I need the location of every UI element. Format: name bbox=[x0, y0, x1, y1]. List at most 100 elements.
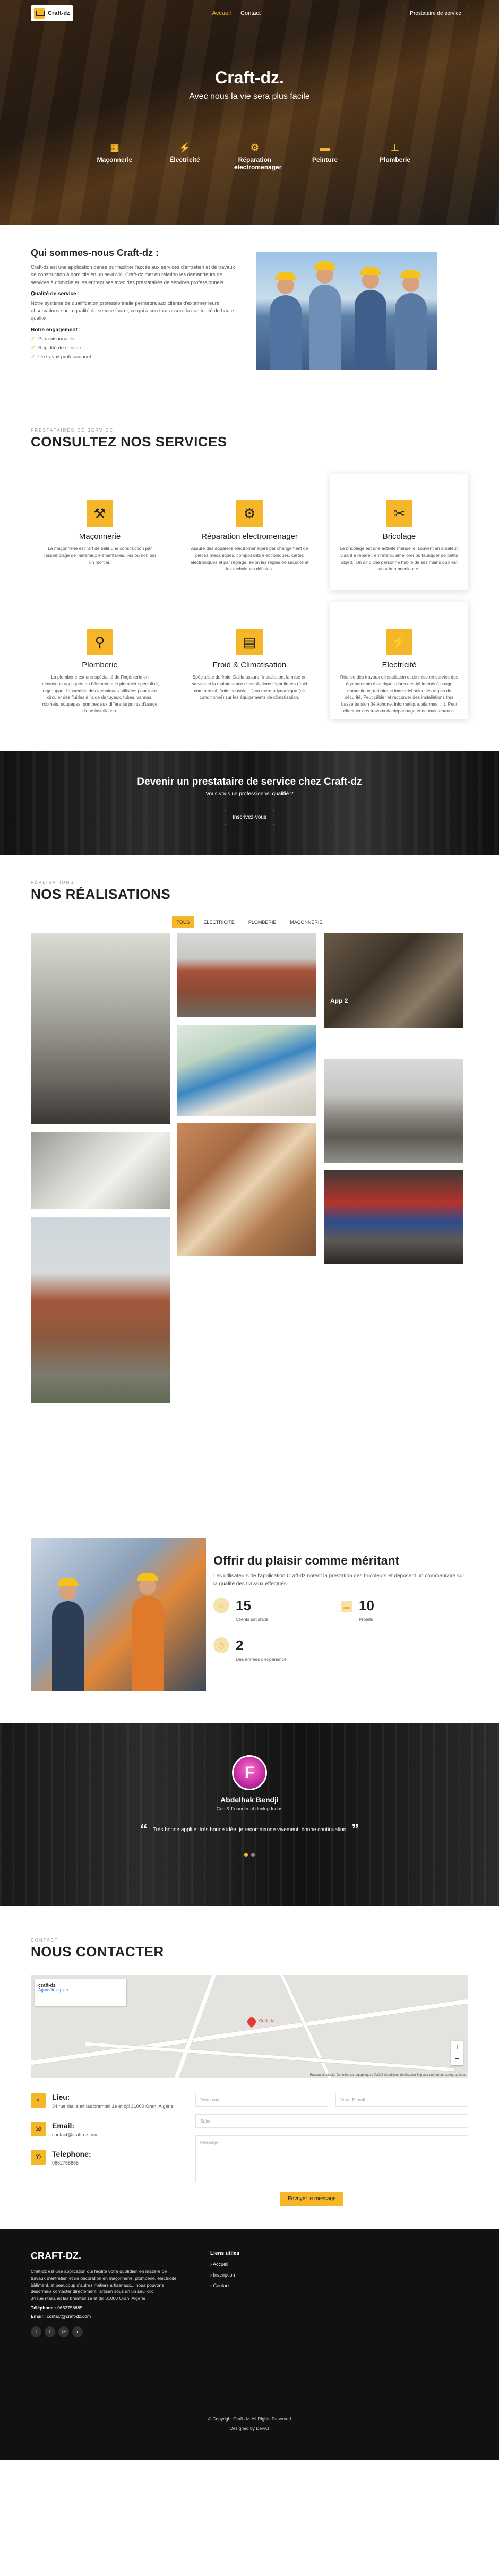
provider-button[interactable]: Prestataire de service bbox=[403, 6, 468, 20]
worker-figure bbox=[52, 1578, 84, 1691]
stat-projects: ▬ 10 Projets bbox=[341, 1598, 447, 1624]
achievements-image bbox=[31, 1538, 206, 1691]
gallery-item-copper[interactable] bbox=[177, 1123, 316, 1256]
name-field[interactable]: Votre nom bbox=[195, 2093, 328, 2107]
filter-maconnerie[interactable]: MAÇONNERIE bbox=[285, 916, 327, 928]
map-zoom-control[interactable]: + − bbox=[451, 2041, 463, 2065]
worker-figure bbox=[132, 1573, 164, 1691]
service-card[interactable]: ▤ Froid & Climatisation Spécialiste du fro… bbox=[180, 602, 319, 719]
hero-categories: ▦ Maçonnerie ⚡ Électricité ⚙ Réparation ele… bbox=[0, 142, 499, 171]
gallery-item-bricks[interactable] bbox=[177, 933, 316, 1017]
folder-icon: ▬ bbox=[341, 1601, 352, 1612]
gallery-item-pipes[interactable] bbox=[177, 1025, 316, 1116]
achievements-title: Offrir du plaisir comme méritant bbox=[213, 1553, 400, 1567]
footer-link-contact[interactable]: › Contact bbox=[210, 2283, 239, 2288]
gallery-item-heating[interactable] bbox=[324, 1170, 463, 1264]
service-card[interactable]: ⚒ Maçonnerie La maçonnerie est l'art de bâ… bbox=[31, 474, 169, 590]
logo[interactable]: Craft-dz bbox=[31, 5, 73, 21]
filter-electricite[interactable]: ELECTRICITÉ bbox=[199, 916, 239, 928]
service-title: Electricité bbox=[382, 660, 417, 669]
map-place-card: craft-dz Agrandir le plan bbox=[35, 1979, 126, 2006]
smile-icon: ☺ bbox=[213, 1598, 229, 1613]
footer-link-inscription[interactable]: › Inscription bbox=[210, 2272, 239, 2278]
about-image bbox=[256, 252, 437, 370]
bricklayer-icon: ⚒ bbox=[87, 500, 113, 527]
works-filters: TOUS ELECTRICITÉ PLOMBERIE MAÇONNERIE bbox=[31, 916, 468, 928]
footer-address: 34 rue ritalia ait las bramtall 1e et dj… bbox=[31, 2296, 145, 2301]
instagram-icon[interactable]: ◎ bbox=[58, 2326, 69, 2337]
footer-link-accueil[interactable]: › Accueil bbox=[210, 2262, 239, 2267]
footer-phone: Téléphone : 0662758665 bbox=[31, 2305, 179, 2311]
category-electricite[interactable]: ⚡ Électricité bbox=[164, 142, 205, 171]
check-icon: ✓ bbox=[31, 336, 35, 342]
subject-field[interactable]: Sujet bbox=[195, 2114, 468, 2128]
pipe-icon: ⊥ bbox=[391, 142, 399, 153]
linkedin-icon[interactable]: in bbox=[72, 2326, 83, 2337]
gallery-item-building[interactable] bbox=[324, 1059, 463, 1163]
category-plomberie[interactable]: ⊥ Plomberie bbox=[374, 142, 416, 171]
message-field[interactable]: Message bbox=[195, 2135, 468, 2182]
hero-section: Craft-dz Accueil Contact Prestataire de … bbox=[0, 0, 499, 225]
designed-by: Designed by DevAz bbox=[229, 2426, 270, 2431]
gallery-item-wiring[interactable] bbox=[31, 933, 170, 1124]
map-enlarge-link[interactable]: Agrandir le plan bbox=[38, 1988, 68, 1993]
send-button[interactable]: Envoyer le message bbox=[280, 2192, 343, 2206]
facebook-icon[interactable]: f bbox=[45, 2326, 55, 2337]
provider-cta: Devenir un prestataire de service chez C… bbox=[0, 751, 499, 855]
footer-phone-value: 0662758665 bbox=[57, 2305, 83, 2311]
stat-clients: ☺ 15 Clients satisfaits bbox=[213, 1598, 341, 1624]
service-text: La maçonnerie est l'art de bâtir une con… bbox=[43, 546, 157, 565]
email-text: contact@craft-dz.com bbox=[52, 2132, 99, 2137]
works-gallery: App 2 bbox=[31, 933, 468, 1501]
wrench-icon: ⚙ bbox=[250, 142, 260, 153]
plumbing-icon: ⚲ bbox=[87, 629, 113, 655]
quality-text: Notre système de qualification professio… bbox=[31, 300, 234, 322]
service-card[interactable]: ⚙ Réparation electromenager Assure des app… bbox=[180, 474, 319, 590]
cta-title: Devenir un prestataire de service chez C… bbox=[137, 776, 362, 787]
nav-link-accueil[interactable]: Accueil bbox=[212, 10, 231, 16]
service-title: Maçonnerie bbox=[79, 532, 121, 541]
category-maconnerie[interactable]: ▦ Maçonnerie bbox=[94, 142, 135, 171]
register-button[interactable]: Inscrivez-vous bbox=[225, 810, 274, 825]
nav-link-contact[interactable]: Contact bbox=[240, 10, 261, 16]
section-label: Prestataires de service bbox=[31, 428, 114, 433]
service-card[interactable]: ⚡ Electricité Réalise des travaux d'instal… bbox=[330, 602, 468, 719]
about-section: Qui sommes-nous Craft-dz : Craft-dz est … bbox=[0, 225, 499, 370]
about-text: Qui sommes-nous Craft-dz : Craft-dz est … bbox=[31, 247, 241, 370]
contact-phone: ✆ Telephone: 0662758665 bbox=[31, 2150, 188, 2167]
service-card[interactable]: ⚲ Plomberie La plomberie est une spécialit… bbox=[31, 602, 169, 719]
category-label: Maçonnerie bbox=[97, 156, 133, 164]
about-intro: Craft-dz est une application pensé pur f… bbox=[31, 264, 235, 286]
map-pin-icon[interactable] bbox=[245, 2015, 258, 2028]
address-title: Lieu: bbox=[52, 2093, 70, 2101]
filter-all[interactable]: TOUS bbox=[171, 916, 195, 928]
category-peinture[interactable]: ▬ Peinture bbox=[304, 142, 346, 171]
worker-figure bbox=[355, 267, 386, 370]
twitter-icon[interactable]: t bbox=[31, 2326, 41, 2337]
testimonial-role: Ceo & Founder at devlop Indus bbox=[216, 1806, 283, 1811]
hero-title: Craft-dz. bbox=[215, 68, 284, 87]
filter-plomberie[interactable]: PLOMBERIE bbox=[244, 916, 281, 928]
footer-link-label: Accueil bbox=[213, 2262, 229, 2267]
quality-title: Qualité de service : bbox=[31, 290, 80, 297]
footer: CRAFT-DZ. Craft-dz est une application q… bbox=[0, 2229, 499, 2460]
email-field[interactable]: Votre E-mail bbox=[335, 2093, 468, 2107]
gallery-item-bathroom[interactable] bbox=[31, 1132, 170, 1209]
gallery-item-foundation[interactable] bbox=[31, 1217, 170, 1403]
gallery-item-app2[interactable]: App 2 bbox=[324, 933, 463, 1028]
paint-roller-icon: ▬ bbox=[320, 142, 330, 153]
category-reparation[interactable]: ⚙ Réparation electromenager bbox=[234, 142, 281, 171]
stat-value: 15 bbox=[236, 1598, 251, 1613]
service-card[interactable]: ✂ Bricolage Le bricolage est une activité … bbox=[330, 474, 468, 590]
map[interactable]: craft-dz Agrandir le plan Craft dz + − Ra… bbox=[31, 1975, 468, 2078]
carousel-dot[interactable] bbox=[251, 1853, 255, 1857]
contact-email: ✉ Email: contact@craft-dz.com bbox=[31, 2121, 188, 2139]
map-road bbox=[166, 1975, 219, 2078]
ac-icon: ▤ bbox=[236, 629, 263, 655]
service-title: Réparation electromenager bbox=[201, 532, 298, 541]
envelope-icon: ✉ bbox=[31, 2121, 46, 2136]
commitment-text: Prix raisonnable bbox=[38, 336, 75, 342]
carousel-dot[interactable] bbox=[244, 1853, 248, 1857]
stat-value: 2 bbox=[236, 1637, 244, 1653]
check-icon: ✓ bbox=[31, 354, 35, 360]
